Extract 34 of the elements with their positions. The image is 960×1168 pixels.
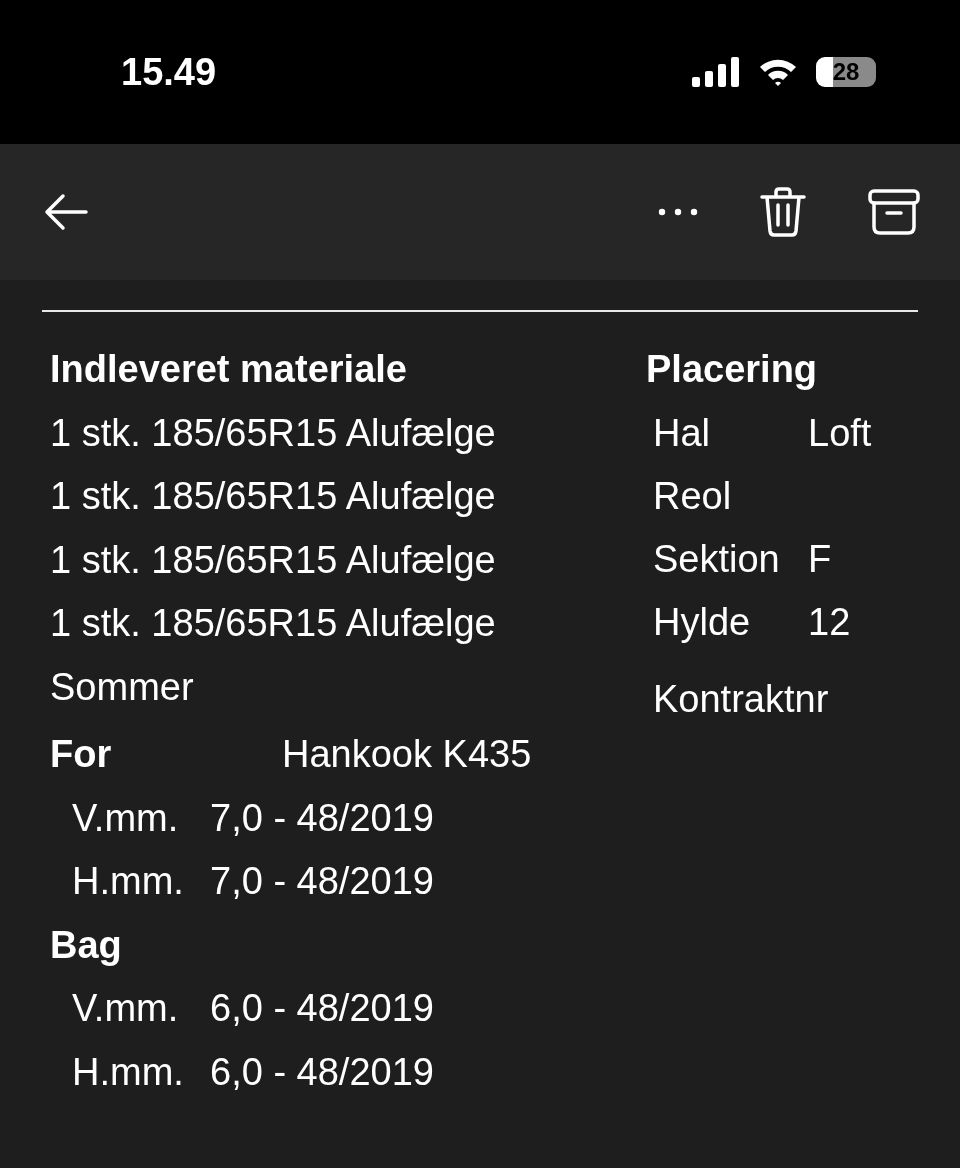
side-label: V.mm. [72,795,180,841]
section-heading: Placering [646,347,819,392]
placement-label: Reol [653,473,733,519]
item-text: 1 stk. 185/65R15 Alufælge [50,410,497,456]
axle-label: Bag [50,922,123,968]
depth-value: 7,0 - 48/2019 [210,795,434,841]
wifi-icon [758,57,798,87]
battery-percent: 28 [832,58,860,86]
placement-value: Loft [808,410,872,456]
side-label: H.mm. [72,859,185,904]
season-text: Sommer [50,664,195,710]
depth-value: 6,0 - 48/2019 [210,1049,434,1095]
more-button[interactable] [658,207,698,217]
item-text: 1 stk. 185/65R15 Alufælge [50,601,497,646]
item-text: 1 stk. 185/65R15 Alufælge [50,474,497,519]
section-heading: Indleveret materiale [50,347,408,392]
item-text: 1 stk. 185/65R15 Alufælge [50,537,497,583]
placement-value: F [808,536,832,582]
side-label: V.mm. [72,986,180,1031]
placement-label: Sektion [653,536,781,582]
delete-button[interactable] [760,187,806,237]
back-button[interactable] [42,192,90,232]
placement-label: Hylde [653,599,752,645]
placement-label: Kontraktnr [653,676,829,722]
depth-value: 6,0 - 48/2019 [210,986,434,1031]
clock: 15.49 [121,50,217,94]
archive-button[interactable] [868,189,920,235]
tire-text: Hankook K435 [282,732,532,777]
axle-label: For [50,732,113,777]
placement-value: 12 [808,599,851,645]
depth-value: 7,0 - 48/2019 [210,859,434,904]
placement-label: Hal [653,410,712,456]
signal-icon [692,57,740,87]
side-label: H.mm. [72,1049,185,1095]
